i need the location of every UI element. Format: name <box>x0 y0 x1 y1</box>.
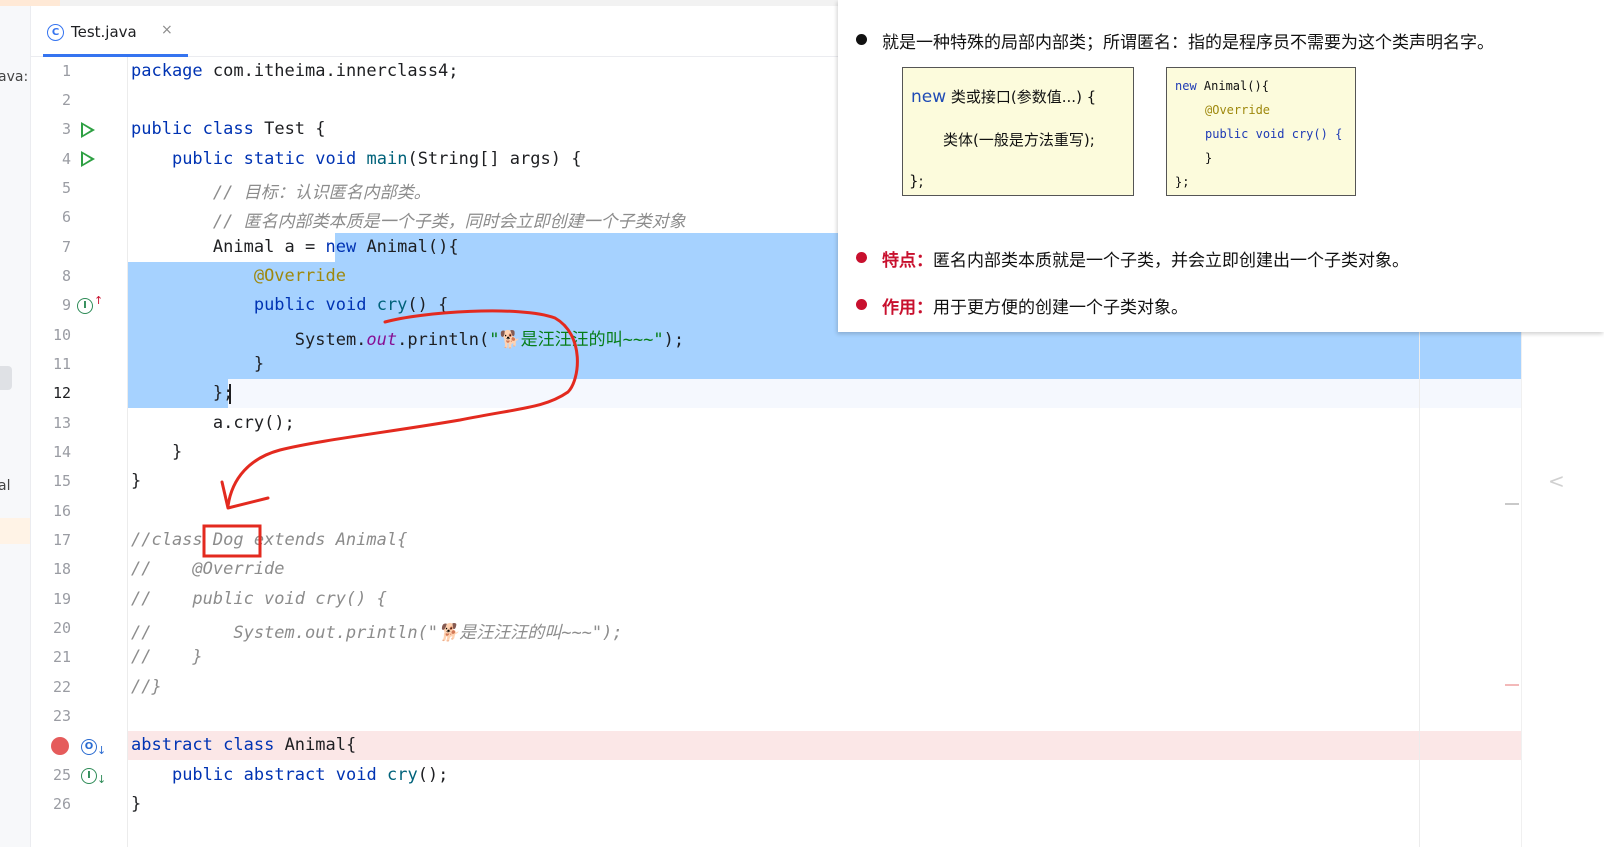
syntax-template-box: new 类或接口(参数值...) { 类体(一般是方法重写); }; <box>902 67 1134 196</box>
arrow-stroke <box>226 309 579 508</box>
lecture-slide-overlay: 就是一种特殊的局部内部类；所谓匿名：指的是程序员不需要为这个类声明名字。 new… <box>838 0 1604 332</box>
bullet-dot <box>856 252 867 263</box>
slide-bullet-feature: 特点：匿名内部类本质就是一个子类，并会立即创建出一个子类对象。 <box>856 246 1409 271</box>
dog-highlight-box <box>202 524 262 558</box>
bullet-dot <box>856 299 867 310</box>
slide-bullet-purpose: 作用：用于更方便的创建一个子类对象。 <box>856 293 1188 318</box>
example-code-box: new Animal(){ @Override public void cry(… <box>1166 67 1356 196</box>
slide-bullet-definition: 就是一种特殊的局部内部类；所谓匿名：指的是程序员不需要为这个类声明名字。 <box>856 28 1494 53</box>
bullet-dot <box>856 34 867 45</box>
